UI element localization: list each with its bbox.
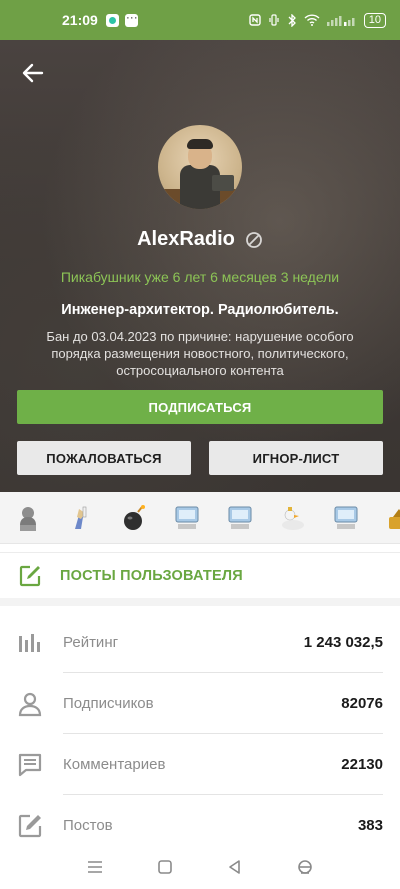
more-notifications-icon <box>124 10 138 27</box>
awards-strip[interactable] <box>0 492 400 544</box>
stat-value: 1 243 032,5 <box>303 634 383 651</box>
back-triangle-icon[interactable] <box>224 856 246 878</box>
assistant-icon[interactable] <box>294 856 316 878</box>
stat-row-subscribers: Подписчиков 82076 <box>0 673 400 734</box>
app-notification-icon <box>105 13 119 27</box>
wifi-icon <box>304 14 320 26</box>
stat-value: 82076 <box>341 695 383 712</box>
tenure-text: Пикабушник уже 6 лет 6 месяцев 3 недели <box>60 269 340 285</box>
award-bomb-icon[interactable] <box>120 503 148 533</box>
award-duck-icon[interactable] <box>279 503 307 533</box>
ignore-list-button[interactable]: ИГНОР-ЛИСТ <box>209 441 383 475</box>
avatar[interactable] <box>158 125 242 209</box>
stat-label: Постов <box>63 817 113 834</box>
bio-text: Инженер-архитектор. Радиолюбитель. <box>61 302 339 318</box>
stat-row-rating: Рейтинг 1 243 032,5 <box>0 612 400 673</box>
back-arrow-icon[interactable] <box>20 60 46 86</box>
ban-notice: Бан до 03.04.2023 по причине: нарушение … <box>46 329 354 378</box>
comments-bubble-icon <box>18 753 42 777</box>
stat-label: Подписчиков <box>63 695 154 712</box>
status-time: 21:09 <box>62 12 98 28</box>
status-bar: 21:09 10 <box>0 0 400 40</box>
stat-value: 22130 <box>341 756 383 773</box>
edit-icon <box>19 565 41 586</box>
subscribe-button[interactable]: ПОДПИСАТЬСЯ <box>17 390 383 424</box>
user-posts-label: ПОСТЫ ПОЛЬЗОВАТЕЛЯ <box>60 567 243 584</box>
posts-edit-icon <box>18 814 42 838</box>
stat-row-comments: Комментариев 22130 <box>0 734 400 795</box>
stat-label: Рейтинг <box>63 634 119 651</box>
nfc-icon <box>249 14 261 26</box>
report-button[interactable]: ПОЖАЛОВАТЬСЯ <box>17 441 191 475</box>
award-computer-icon[interactable] <box>332 503 360 533</box>
award-computer-icon[interactable] <box>173 503 201 533</box>
award-hand-icon[interactable] <box>67 503 95 533</box>
home-square-icon[interactable] <box>154 856 176 878</box>
profile-header: AlexRadio Пикабушник уже 6 лет 6 месяцев… <box>0 40 400 492</box>
stat-label: Комментариев <box>63 756 166 773</box>
username: AlexRadio <box>137 228 235 250</box>
award-computer-icon[interactable] <box>226 503 254 533</box>
rating-bars-icon <box>19 634 40 652</box>
signal-icon <box>326 16 355 26</box>
bluetooth-icon <box>288 13 296 27</box>
system-nav-bar <box>0 845 400 889</box>
stats-list: Рейтинг 1 243 032,5 Подписчиков 82076 Ко… <box>0 612 400 856</box>
battery-level: 10 <box>363 12 386 28</box>
banned-icon <box>246 231 262 248</box>
stat-value: 383 <box>357 817 383 834</box>
award-gold-icon[interactable] <box>385 503 400 533</box>
vibrate-icon <box>269 14 279 26</box>
subscribers-person-icon <box>18 692 42 717</box>
username-row: AlexRadio <box>0 228 400 251</box>
user-posts-link[interactable]: ПОСТЫ ПОЛЬЗОВАТЕЛЯ <box>0 552 400 606</box>
award-bust-icon[interactable] <box>14 503 42 533</box>
menu-icon[interactable] <box>84 856 106 878</box>
